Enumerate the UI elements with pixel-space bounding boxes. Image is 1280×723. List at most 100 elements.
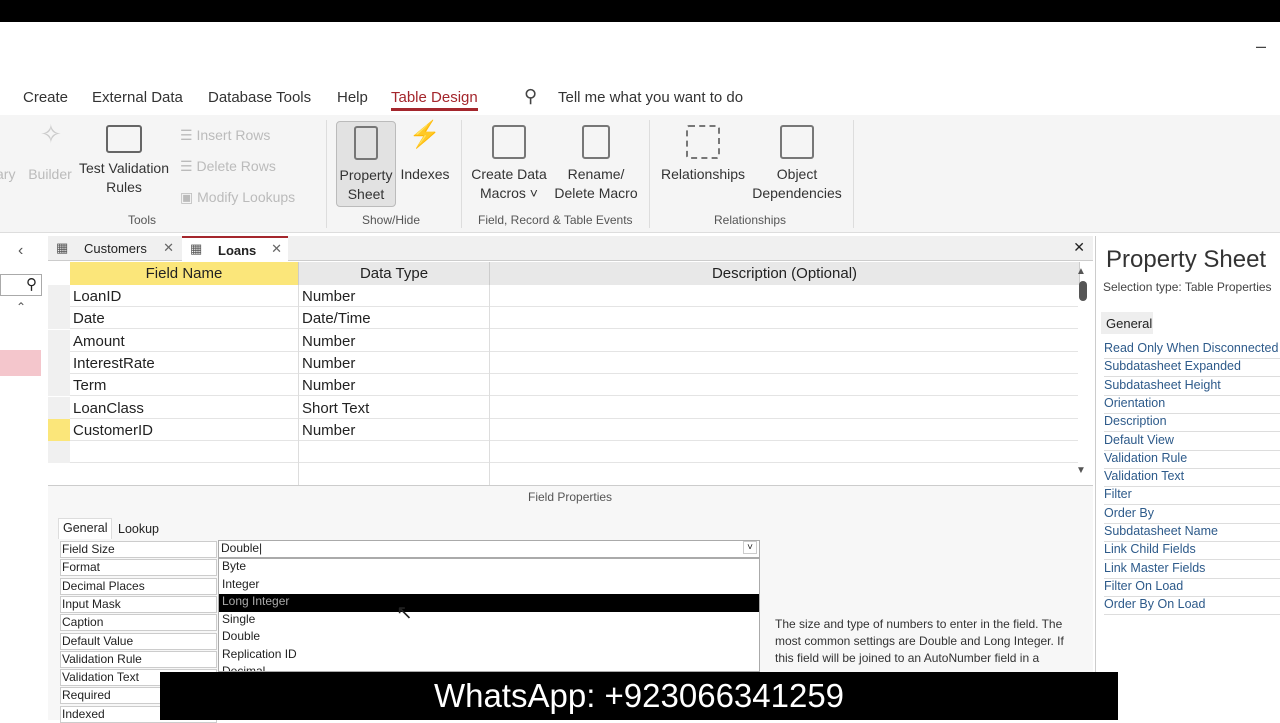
- field-size-option[interactable]: Decimal: [219, 664, 759, 671]
- property-row[interactable]: Description: [1104, 414, 1280, 433]
- field-name-cell[interactable]: CustomerID: [73, 422, 153, 439]
- minimize-button[interactable]: –: [1256, 36, 1266, 57]
- table-row[interactable]: LoanClass Short Text: [48, 396, 1078, 419]
- table-row[interactable]: CustomerID Number: [48, 418, 1078, 441]
- rename-delete-macro-button[interactable]: Rename/ Delete Macro: [553, 125, 639, 203]
- data-type-cell[interactable]: Number: [302, 377, 355, 394]
- create-data-macros-button[interactable]: Create Data Macros ˅: [470, 125, 548, 203]
- row-selector[interactable]: [48, 396, 70, 419]
- nav-search-input[interactable]: ⚲: [0, 274, 42, 296]
- nav-selected-item[interactable]: [0, 350, 41, 376]
- property-row[interactable]: Order By On Load: [1104, 597, 1280, 616]
- property-row[interactable]: Subdatasheet Name: [1104, 524, 1280, 542]
- menu-help[interactable]: Help: [337, 89, 368, 106]
- field-size-option[interactable]: Byte: [219, 559, 759, 577]
- modify-lookups-button[interactable]: ▣ Modify Lookups: [180, 189, 295, 206]
- grid-scrollbar[interactable]: ▲ ▼: [1076, 266, 1090, 476]
- tell-me-search[interactable]: Tell me what you want to do: [558, 89, 743, 106]
- nav-collapse-icon[interactable]: ‹: [18, 242, 23, 260]
- field-size-option[interactable]: Long Integer: [219, 594, 759, 612]
- create-data-macros-label: Create Data Macros ˅: [471, 166, 547, 201]
- property-label: Default Value: [60, 632, 217, 650]
- property-sheet-icon: [354, 126, 378, 160]
- tab-general[interactable]: General: [1101, 312, 1153, 334]
- relationships-icon: [686, 125, 720, 159]
- primary-key-button[interactable]: ary: [0, 165, 15, 184]
- delete-rows-button[interactable]: ☰ Delete Rows: [180, 158, 276, 175]
- menu-external-data[interactable]: External Data: [92, 89, 183, 106]
- object-dependencies-icon: [780, 125, 814, 159]
- field-name-cell[interactable]: LoanClass: [73, 400, 144, 417]
- mouse-cursor-icon: ↖: [396, 602, 413, 624]
- property-row[interactable]: Validation Rule: [1104, 451, 1280, 469]
- field-size-combobox[interactable]: Double| ˅: [218, 540, 760, 558]
- row-selector[interactable]: [48, 329, 70, 352]
- tab-lookup[interactable]: Lookup: [114, 520, 163, 538]
- field-name-cell[interactable]: LoanID: [73, 288, 121, 305]
- row-selector[interactable]: [48, 418, 70, 441]
- data-type-cell[interactable]: Number: [302, 355, 355, 372]
- test-validation-rules-button[interactable]: Test Validation Rules: [78, 125, 170, 197]
- row-selector[interactable]: [48, 374, 70, 397]
- table-row[interactable]: [48, 441, 1078, 464]
- property-row[interactable]: Link Child Fields: [1104, 542, 1280, 561]
- property-row[interactable]: Filter: [1104, 487, 1280, 506]
- data-type-cell[interactable]: Number: [302, 288, 355, 305]
- property-row[interactable]: Link Master Fields: [1104, 561, 1280, 579]
- field-help-text: The size and type of numbers to enter in…: [775, 617, 1064, 665]
- close-icon[interactable]: ✕: [271, 241, 282, 257]
- header-description: Description (Optional): [490, 262, 1080, 285]
- table-row[interactable]: Term Number: [48, 374, 1078, 397]
- tab-general[interactable]: General: [58, 518, 112, 539]
- table-row[interactable]: LoanID Number: [48, 285, 1078, 307]
- row-selector[interactable]: [48, 351, 70, 374]
- object-dependencies-button[interactable]: Object Dependencies: [750, 125, 844, 203]
- property-row[interactable]: Orientation: [1104, 396, 1280, 414]
- indexes-label: Indexes: [400, 166, 450, 182]
- property-row[interactable]: Default View: [1104, 433, 1280, 451]
- close-icon[interactable]: ✕: [163, 240, 174, 256]
- tab-loans[interactable]: ▦ Loans ✕: [182, 236, 288, 261]
- property-row[interactable]: Validation Text: [1104, 469, 1280, 488]
- property-row[interactable]: Order By: [1104, 506, 1280, 524]
- chevron-up-icon[interactable]: ⌃: [16, 300, 26, 314]
- chevron-down-icon[interactable]: ˅: [743, 541, 757, 554]
- builder-button[interactable]: ✧ Builder: [28, 121, 72, 184]
- data-type-cell[interactable]: Short Text: [302, 400, 369, 417]
- table-row[interactable]: Amount Number: [48, 329, 1078, 352]
- macro-table-icon: [492, 125, 526, 159]
- property-row[interactable]: Subdatasheet Expanded: [1104, 359, 1280, 378]
- property-row[interactable]: Read Only When Disconnected: [1104, 341, 1280, 359]
- row-selector[interactable]: [48, 307, 70, 330]
- menu-database-tools[interactable]: Database Tools: [208, 89, 311, 106]
- insert-rows-button[interactable]: ☰ Insert Rows: [180, 127, 270, 144]
- indexes-button[interactable]: ⚡ Indexes: [400, 119, 450, 184]
- field-size-option[interactable]: Single: [219, 612, 759, 630]
- field-name-cell[interactable]: Amount: [73, 333, 125, 350]
- field-name-cell[interactable]: InterestRate: [73, 355, 155, 372]
- data-type-cell[interactable]: Date/Time: [302, 310, 371, 327]
- property-row[interactable]: Filter On Load: [1104, 579, 1280, 597]
- menu-table-design[interactable]: Table Design: [391, 89, 478, 111]
- table-icon: ▦: [190, 241, 203, 256]
- property-row[interactable]: Subdatasheet Height: [1104, 378, 1280, 396]
- header-field-name: Field Name: [70, 262, 299, 285]
- field-size-option[interactable]: Double: [219, 629, 759, 647]
- relationships-button[interactable]: Relationships: [660, 125, 746, 184]
- field-size-option[interactable]: Integer: [219, 577, 759, 595]
- table-row[interactable]: InterestRate Number: [48, 351, 1078, 374]
- tab-customers[interactable]: ▦ Customers ✕: [48, 236, 180, 261]
- design-grid: Field Name Data Type Description (Option…: [48, 262, 1093, 485]
- field-name-cell[interactable]: Date: [73, 310, 105, 327]
- indexes-icon: ⚡: [408, 119, 442, 149]
- table-row[interactable]: Date Date/Time: [48, 307, 1078, 330]
- row-selector[interactable]: [48, 285, 70, 307]
- field-size-option[interactable]: Replication ID: [219, 647, 759, 665]
- field-name-cell[interactable]: Term: [73, 377, 106, 394]
- menu-create[interactable]: Create: [23, 89, 68, 106]
- property-sheet-button[interactable]: Property Sheet: [336, 121, 396, 207]
- data-type-cell[interactable]: Number: [302, 422, 355, 439]
- close-document-icon[interactable]: ✕: [1073, 239, 1085, 256]
- data-type-cell[interactable]: Number: [302, 333, 355, 350]
- header-data-type: Data Type: [299, 262, 490, 285]
